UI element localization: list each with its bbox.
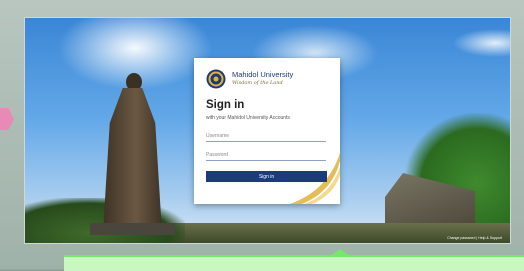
university-seal-icon	[206, 69, 226, 89]
sign-in-button[interactable]: Sign in	[206, 171, 327, 182]
footer-links[interactable]: Change password | Help & Support	[447, 236, 502, 240]
page-subtitle: with your Mahidol University Accounts	[206, 115, 290, 121]
brand-motto: Wisdom of the Land	[232, 80, 283, 86]
statue	[90, 73, 175, 235]
brand-name: Mahidol University	[232, 70, 294, 79]
page-title: Sign in	[206, 99, 245, 111]
username-input[interactable]	[206, 130, 326, 142]
login-card: Mahidol University Wisdom of the Land Si…	[194, 58, 340, 204]
password-input[interactable]	[206, 149, 326, 161]
